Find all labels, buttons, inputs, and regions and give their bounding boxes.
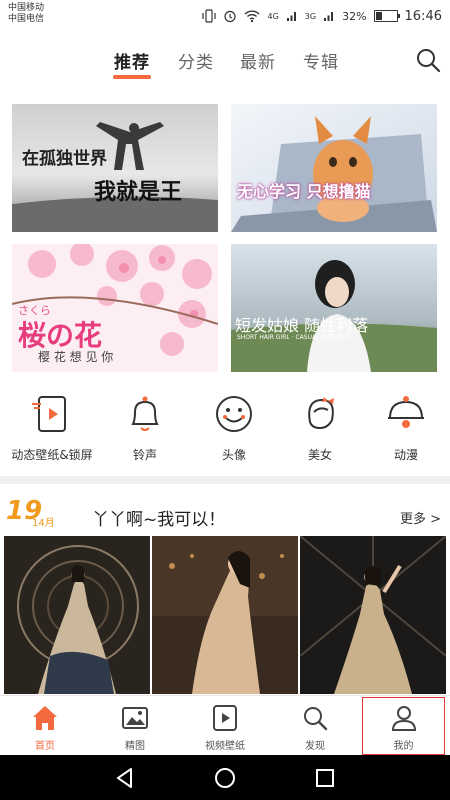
tab-latest[interactable]: 最新 — [240, 48, 276, 73]
category-video-wallpaper[interactable]: 动态壁纸&锁屏 — [7, 392, 97, 463]
banner-lonely-king[interactable]: 在孤独世界 我就是王 — [12, 104, 218, 232]
video-wallpaper-icon — [32, 396, 66, 432]
nav-label: 精图 — [125, 741, 145, 752]
signal-bars-icon-2 — [324, 12, 334, 21]
category-anime[interactable]: 动漫 — [361, 392, 450, 463]
wifi-icon — [244, 10, 260, 23]
banner-sakura[interactable]: さくら 桜の花 樱 花 想 见 你 — [12, 244, 218, 372]
category-avatar[interactable]: 头像 — [189, 392, 279, 463]
alarm-icon — [224, 10, 237, 23]
anime-bell-icon — [388, 396, 424, 428]
clock: 16:46 — [404, 8, 442, 24]
battery-icon — [373, 10, 400, 22]
nav-me[interactable]: 我的 — [361, 696, 446, 756]
section-divider — [0, 476, 450, 484]
category-label: 动漫 — [393, 448, 418, 462]
category-ringtone[interactable]: 铃声 — [100, 392, 190, 463]
nav-label: 视频壁纸 — [205, 741, 245, 752]
tab-category[interactable]: 分类 — [178, 48, 214, 73]
signal-1-label: 4G — [267, 11, 279, 21]
image-icon — [122, 707, 148, 729]
featured-title: 丫丫啊~我可以！ — [92, 510, 226, 530]
home-icon — [33, 706, 57, 730]
banner-2-text: 无心学习 只想撸猫 — [237, 182, 371, 201]
nav-label: 首页 — [35, 741, 55, 752]
featured-photo-2[interactable] — [152, 536, 298, 694]
girl-head-icon — [308, 397, 334, 430]
more-link[interactable]: 更多 > — [400, 508, 441, 527]
status-bar: 中国移动 中国电信 4G 3G 32% 16:46 — [0, 0, 450, 32]
category-label: 头像 — [221, 448, 246, 462]
tab-album[interactable]: 专辑 — [303, 48, 339, 73]
recents-icon[interactable] — [312, 765, 338, 791]
banner-1-line2: 我就是王 — [94, 179, 183, 205]
search-icon — [304, 707, 328, 731]
banner-short-hair[interactable]: 短发姑娘 随性利落 SHORT HAIR GIRL · CASUAL INTER… — [231, 244, 437, 372]
nav-home[interactable]: 首页 — [0, 696, 90, 756]
signal-bars-icon — [286, 12, 296, 21]
back-icon[interactable] — [112, 765, 138, 791]
search-icon[interactable] — [414, 46, 442, 74]
category-label: 动态壁纸&锁屏 — [11, 448, 93, 462]
nav-label: 我的 — [393, 741, 414, 752]
banner-cat[interactable]: 无心学习 只想撸猫 — [231, 104, 437, 232]
banner-4-text: 短发姑娘 随性利落 — [235, 316, 369, 335]
category-label: 铃声 — [132, 448, 157, 462]
nav-gallery[interactable]: 精图 — [90, 696, 180, 756]
carrier-info: 中国移动 中国电信 — [8, 3, 44, 25]
active-tab-indicator — [113, 75, 151, 79]
banner-1-line1: 在孤独世界 — [22, 149, 107, 169]
category-label: 美女 — [307, 448, 332, 462]
banner-2-image — [231, 104, 437, 232]
battery-percent: 32% — [342, 9, 367, 23]
tab-recommend[interactable]: 推荐 — [114, 48, 150, 73]
featured-photo-3[interactable] — [300, 536, 446, 694]
video-play-icon — [213, 705, 237, 731]
nav-video-wallpaper[interactable]: 视频壁纸 — [180, 696, 270, 756]
nav-label: 发现 — [305, 741, 325, 752]
bottom-navigation: 首页 精图 视频壁纸 发现 我的 — [0, 695, 450, 756]
system-navigation-bar — [0, 755, 450, 800]
vibrate-icon — [202, 9, 217, 23]
carrier-2: 中国电信 — [8, 14, 45, 24]
photo-3-image — [300, 536, 446, 694]
banner-3-subtitle: 樱 花 想 见 你 — [38, 350, 114, 364]
user-icon — [391, 706, 416, 731]
photo-2-image — [152, 536, 298, 694]
category-beauty[interactable]: 美女 — [275, 392, 365, 463]
status-icons: 4G 3G 32% 16:46 — [202, 8, 442, 24]
nav-discover[interactable]: 发现 — [270, 696, 360, 756]
top-tabs: 推荐 分类 最新 专辑 — [0, 32, 450, 90]
banner-4-small: SHORT HAIR GIRL · CASUAL INTEREST — [237, 334, 351, 341]
signal-2-label: 3G — [304, 11, 317, 21]
photo-1-image — [4, 536, 150, 694]
carrier-1: 中国移动 — [8, 3, 45, 13]
home-button-icon[interactable] — [212, 765, 238, 791]
smiley-face-icon — [216, 396, 252, 432]
banner-4-image — [231, 244, 437, 372]
featured-photo-1[interactable] — [4, 536, 150, 694]
bell-icon — [131, 396, 159, 431]
featured-date-month: 14月 — [32, 518, 55, 529]
